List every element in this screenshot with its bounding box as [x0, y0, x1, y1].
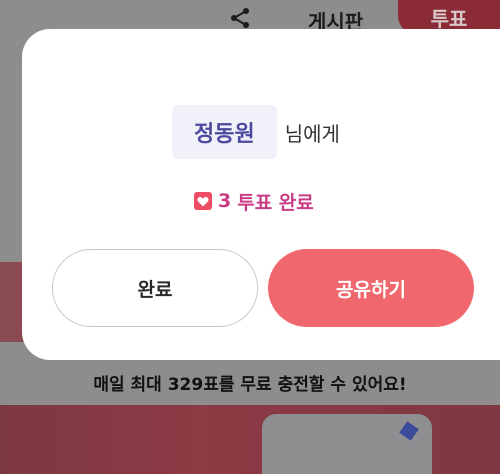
- done-button[interactable]: 완료: [52, 249, 258, 327]
- heart-icon: [194, 192, 212, 210]
- vote-complete-modal: 정동원 님에게 3 투표 완료 완료 공유하기: [22, 29, 500, 360]
- share-button[interactable]: 공유하기: [268, 249, 474, 327]
- free-charge-info: 매일 최대 329표를 무료 충전할 수 있어요!: [0, 362, 500, 402]
- vote-count: 3: [218, 190, 232, 212]
- recipient-row: 정동원 님에게: [172, 105, 340, 159]
- vote-status: 투표 완료: [237, 191, 314, 214]
- share-icon[interactable]: [228, 7, 252, 29]
- vote-result-row: 3 투표 완료: [194, 188, 314, 214]
- recipient-suffix: 님에게: [284, 121, 340, 146]
- recipient-name: 정동원: [172, 105, 277, 159]
